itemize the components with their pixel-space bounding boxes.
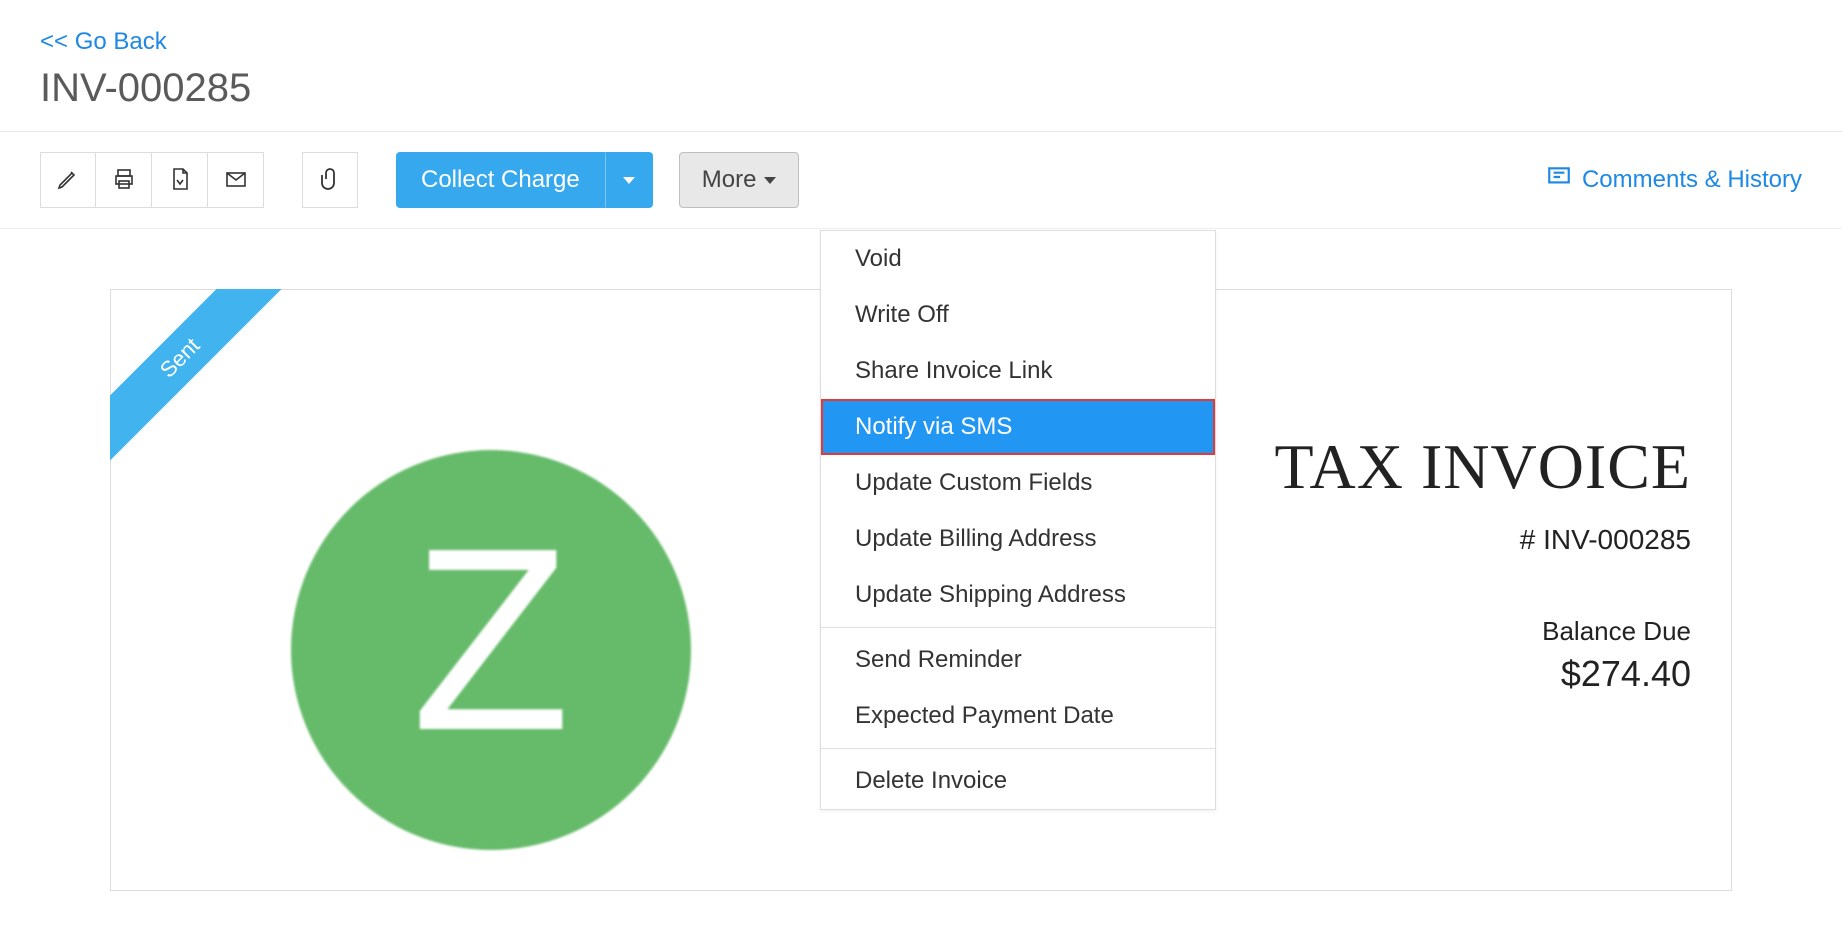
printer-icon [112,167,136,194]
toolbar: Collect Charge More Comments & History [0,132,1842,229]
print-button[interactable] [96,152,152,208]
dropdown-item-share-link[interactable]: Share Invoice Link [821,343,1215,399]
balance-due-amount: $274.40 [1275,653,1691,695]
more-button[interactable]: More [679,152,800,208]
invoice-number-label: # INV-000285 [1275,524,1691,556]
status-ribbon: Sent [110,289,290,469]
balance-due-label: Balance Due [1275,616,1691,647]
comment-icon [1546,164,1572,197]
edit-button[interactable] [40,152,96,208]
dropdown-item-void[interactable]: Void [821,231,1215,287]
collect-charge-button[interactable]: Collect Charge [396,152,605,208]
caret-down-icon [764,177,776,184]
email-button[interactable] [208,152,264,208]
envelope-icon [224,167,248,194]
page-title: INV-000285 [40,66,1802,111]
dropdown-divider [821,627,1215,628]
comments-history-link[interactable]: Comments & History [1546,164,1802,197]
collect-charge-caret[interactable] [605,152,653,208]
page-root: << Go Back INV-000285 [0,0,1842,891]
dropdown-item-notify-sms[interactable]: Notify via SMS [821,399,1215,455]
dropdown-item-expected-payment-date[interactable]: Expected Payment Date [821,688,1215,744]
attach-button[interactable] [302,152,358,208]
status-badge: Sent [110,289,288,466]
logo-letter: Z [412,491,571,790]
more-label: More [702,166,757,194]
dropdown-item-send-reminder[interactable]: Send Reminder [821,632,1215,688]
dropdown-item-update-custom-fields[interactable]: Update Custom Fields [821,455,1215,511]
pencil-icon [56,167,80,194]
paperclip-icon [318,166,342,195]
more-dropdown: Void Write Off Share Invoice Link Notify… [820,230,1216,810]
dropdown-item-update-shipping[interactable]: Update Shipping Address [821,567,1215,623]
comments-label: Comments & History [1582,166,1802,194]
go-back-link[interactable]: << Go Back [40,28,167,56]
pdf-button[interactable] [152,152,208,208]
dropdown-item-write-off[interactable]: Write Off [821,287,1215,343]
dropdown-item-delete-invoice[interactable]: Delete Invoice [821,753,1215,809]
caret-down-icon [623,177,635,184]
dropdown-divider [821,748,1215,749]
toolbar-icon-group [40,152,264,208]
header: << Go Back INV-000285 [0,0,1842,132]
collect-charge-split: Collect Charge [396,152,653,208]
pdf-icon [168,167,192,194]
company-logo: Z [291,450,691,850]
invoice-title: TAX INVOICE [1275,430,1691,504]
dropdown-item-update-billing[interactable]: Update Billing Address [821,511,1215,567]
invoice-summary: TAX INVOICE # INV-000285 Balance Due $27… [1275,430,1691,695]
